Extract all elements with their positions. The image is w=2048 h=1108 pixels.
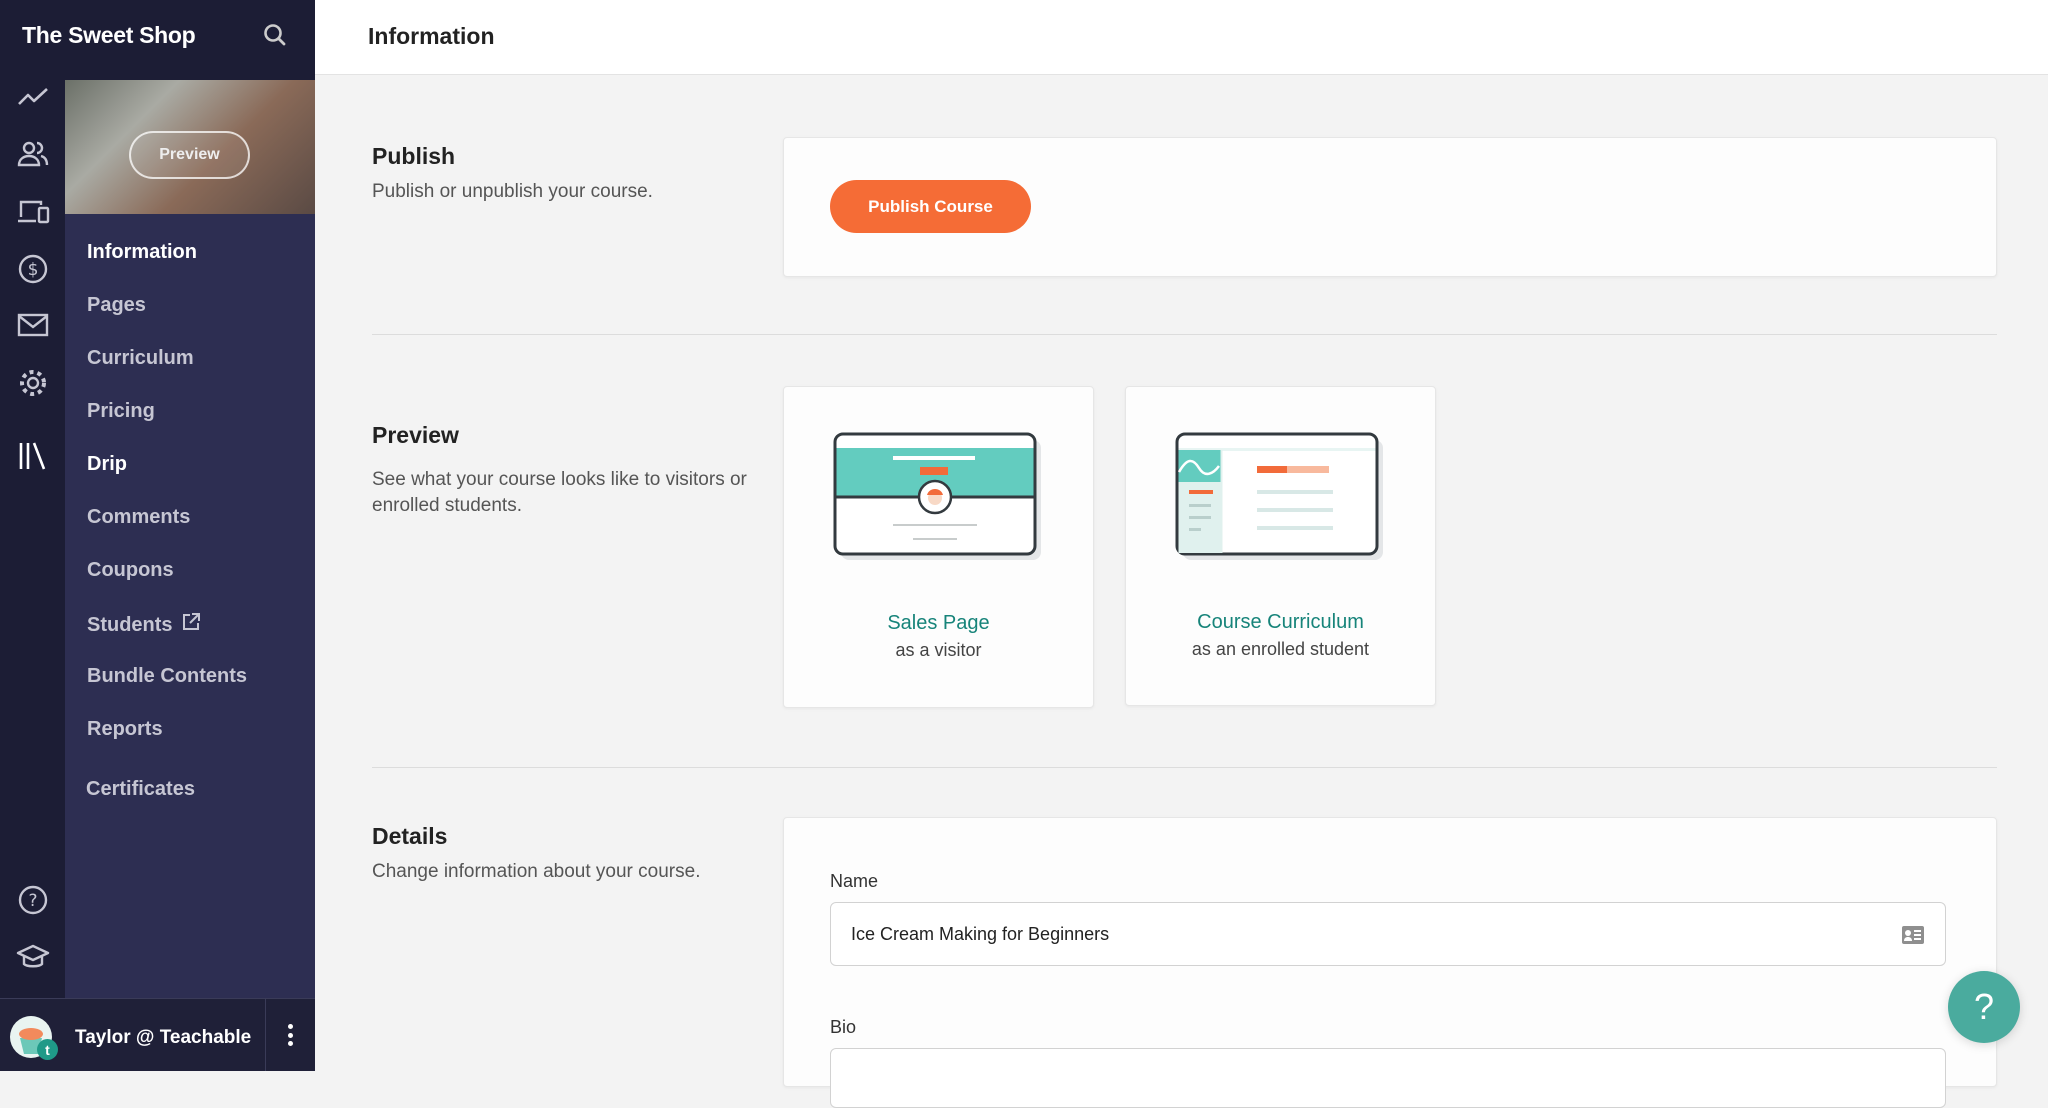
publish-heading: Publish	[372, 143, 456, 169]
nav-item-pricing[interactable]: Pricing	[87, 400, 155, 423]
external-link-icon	[181, 612, 201, 638]
svg-text:$: $	[28, 260, 39, 280]
nav-label: Curriculum	[87, 347, 194, 369]
contact-card-icon	[1901, 925, 1925, 950]
nav-label: Comments	[87, 506, 191, 528]
preview-heading: Preview	[372, 422, 459, 448]
details-heading: Details	[372, 823, 448, 849]
sales-page-subtitle: as a visitor	[895, 640, 982, 660]
course-curriculum-preview-card[interactable]: Course Curriculum as an enrolled student	[1125, 386, 1436, 706]
page-header	[315, 0, 2048, 75]
divider	[372, 767, 1997, 768]
nav-label: Pages	[87, 294, 146, 316]
sales-page-title[interactable]: Sales Page	[784, 612, 1093, 635]
nav-item-students[interactable]: Students	[87, 612, 201, 638]
nav-label: Information	[87, 241, 197, 263]
bio-label: Bio	[830, 1017, 857, 1037]
bio-input[interactable]	[830, 1048, 1946, 1108]
name-input[interactable]: Ice Cream Making for Beginners	[830, 902, 1946, 966]
details-description: Change information about your course.	[372, 861, 701, 882]
library-icon[interactable]	[14, 437, 52, 475]
sales-page-preview-card[interactable]: Sales Page as a visitor	[783, 386, 1094, 708]
divider	[372, 334, 1997, 335]
nav-item-pages[interactable]: Pages	[87, 294, 146, 317]
nav-item-coupons[interactable]: Coupons	[87, 559, 174, 582]
divider	[265, 998, 266, 1071]
graduation-cap-icon[interactable]	[14, 938, 52, 976]
publish-course-button[interactable]: Publish Course	[830, 180, 1031, 233]
school-name[interactable]: The Sweet Shop	[22, 22, 196, 49]
nav-item-reports[interactable]: Reports	[87, 718, 163, 741]
publish-description: Publish or unpublish your course.	[372, 181, 653, 202]
svg-text:?: ?	[28, 891, 37, 911]
nav-label: Drip	[87, 453, 127, 475]
nav-item-drip[interactable]: Drip	[87, 453, 127, 476]
help-icon[interactable]: ?	[14, 881, 52, 919]
users-icon[interactable]	[14, 135, 52, 173]
nav-label: Pricing	[87, 400, 155, 422]
nav-label: Coupons	[87, 559, 174, 581]
nav-item-information[interactable]: Information	[87, 241, 197, 264]
preview-description: See what your course looks like to visit…	[372, 469, 747, 516]
nav-label: Reports	[87, 718, 163, 740]
gear-icon[interactable]	[14, 364, 52, 402]
help-chat-button[interactable]: ?	[1948, 971, 2020, 1043]
course-curriculum-illustration	[1175, 432, 1385, 567]
devices-icon[interactable]	[14, 193, 52, 231]
nav-item-bundle-contents[interactable]: Bundle Contents	[87, 665, 247, 688]
course-curriculum-subtitle: as an enrolled student	[1191, 639, 1370, 659]
nav-item-comments[interactable]: Comments	[87, 506, 190, 529]
course-curriculum-title[interactable]: Course Curriculum	[1126, 611, 1435, 634]
mail-icon[interactable]	[14, 306, 52, 344]
nav-item-curriculum[interactable]: Curriculum	[87, 347, 194, 370]
search-icon[interactable]	[262, 22, 288, 48]
analytics-icon[interactable]	[14, 78, 52, 116]
nav-label: Bundle Contents	[87, 665, 247, 687]
name-input-value: Ice Cream Making for Beginners	[851, 923, 1110, 944]
course-nav-panel	[65, 80, 315, 998]
nav-label: Certificates	[86, 778, 195, 800]
name-label: Name	[830, 871, 879, 891]
nav-item-certificates[interactable]: Certificates	[86, 778, 195, 801]
sales-page-illustration	[833, 432, 1043, 567]
nav-label: Students	[87, 613, 173, 636]
user-name[interactable]: Taylor @ Teachable	[75, 1027, 251, 1049]
page-title: Information	[368, 23, 495, 49]
avatar-badge: t	[37, 1039, 58, 1060]
dollar-icon[interactable]: $	[14, 250, 52, 288]
more-options-icon[interactable]	[280, 1022, 300, 1048]
cover-preview-button[interactable]: Preview	[129, 131, 250, 179]
